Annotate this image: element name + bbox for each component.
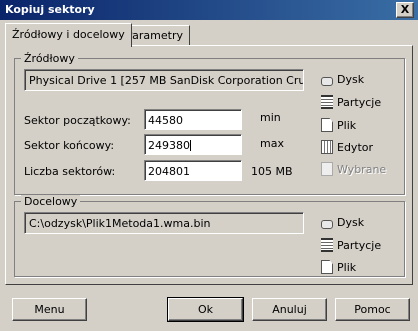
start-sector-value: 44580 [148,114,183,127]
target-group: Docelowy C:\odzysk\Plik1Metoda1.wma.bin … [14,195,405,277]
disk-icon [321,220,333,229]
window-title: Kopiuj sektory [5,3,95,16]
menu-button[interactable]: Menu [12,298,87,321]
menu-button-label: Menu [34,303,65,316]
source-device-field[interactable]: Physical Drive 1 [257 MB SanDisk Corpora… [24,69,304,91]
source-group: Źródłowy Physical Drive 1 [257 MB SanDis… [14,52,405,195]
target-path-field[interactable]: C:\odzysk\Plik1Metoda1.wma.bin [24,212,304,234]
sector-count-input[interactable]: 204801 [144,160,242,181]
help-button-label: Pomoc [354,303,391,316]
start-sector-min-label: min [260,111,281,124]
start-sector-label: Sektor początkowy: [24,114,131,127]
source-partitions-label: Partycje [337,96,382,109]
ok-button[interactable]: Ok [167,297,244,322]
source-editor-label: Edytor [337,141,374,154]
source-partitions-button[interactable]: Partycje [321,95,381,109]
source-editor-button[interactable]: Edytor [321,140,373,154]
source-group-title: Źródłowy [21,52,78,65]
editor-icon [321,140,333,154]
file-icon [321,260,333,274]
partitions-icon [321,238,333,252]
source-selected-label: Wybrane [337,163,387,176]
close-icon: X [400,3,410,16]
tab-panel: Źródłowy Physical Drive 1 [257 MB SanDis… [5,45,413,285]
help-button[interactable]: Pomoc [335,298,410,321]
text-caret [190,140,191,151]
cancel-button[interactable]: Anuluj [252,298,327,321]
close-button[interactable]: X [396,2,414,18]
target-disk-label: Dysk [337,216,365,229]
source-file-button[interactable]: Plik [321,118,356,132]
target-group-title: Docelowy [21,195,81,208]
end-sector-input[interactable]: 249380 [144,134,242,155]
end-sector-label: Sektor końcowy: [24,139,115,152]
end-sector-max-label: max [260,137,284,150]
end-sector-value: 249380 [148,139,190,152]
source-file-label: Plik [337,119,357,132]
target-partitions-button[interactable]: Partycje [321,238,381,252]
tab-parameters-label: Parametry [126,29,183,42]
window-titlebar: Kopiuj sektory X [0,0,418,20]
partitions-icon [321,95,333,109]
source-selected-button[interactable]: Wybrane [321,162,386,176]
source-disk-label: Dysk [337,73,365,86]
file-icon [321,118,333,132]
cancel-button-label: Anuluj [272,303,307,316]
sector-count-value: 204801 [148,165,190,178]
start-sector-input[interactable]: 44580 [144,109,242,130]
sector-count-size: 105 MB [251,165,293,178]
target-partitions-label: Partycje [337,239,382,252]
target-file-label: Plik [337,261,357,274]
source-disk-button[interactable]: Dysk [321,73,364,86]
target-file-button[interactable]: Plik [321,260,356,274]
target-disk-button[interactable]: Dysk [321,216,364,229]
selected-icon [321,162,333,176]
disk-icon [321,77,333,86]
tab-source-target[interactable]: Źródłowy i docelowy [5,23,132,47]
source-device-value: Physical Drive 1 [257 MB SanDisk Corpora… [29,74,304,87]
tab-source-target-label: Źródłowy i docelowy [12,28,125,41]
sector-count-label: Liczba sektorów: [24,165,116,178]
target-path-value: C:\odzysk\Plik1Metoda1.wma.bin [29,217,211,230]
ok-button-label: Ok [197,303,214,316]
